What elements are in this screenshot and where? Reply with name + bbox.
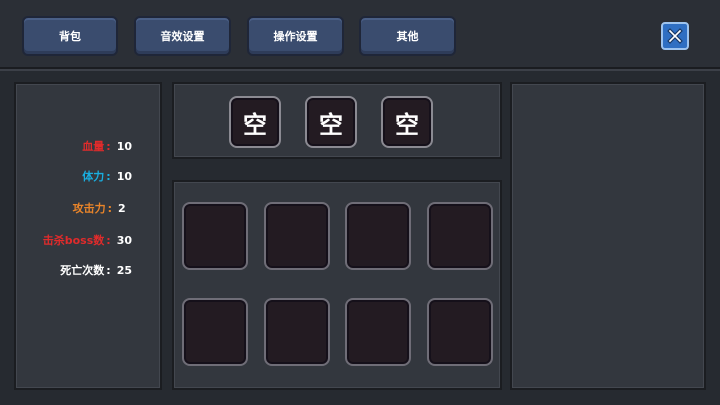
stat-boss-kills-colon: : (106, 233, 111, 247)
stat-boss-kills-value: 30 (116, 233, 132, 247)
inventory-slot[interactable] (264, 298, 330, 366)
equip-slot-3[interactable]: 空 (381, 96, 433, 148)
close-x-icon (667, 28, 683, 44)
stat-stamina: 体力 : 10 (82, 168, 132, 184)
stat-stamina-label: 体力 (82, 170, 105, 183)
tab-other[interactable]: 其他 (359, 16, 456, 56)
inventory-slot[interactable] (182, 202, 248, 270)
inventory-slot[interactable] (345, 202, 411, 270)
close-button[interactable] (661, 22, 689, 50)
stat-attack: 攻击力 : 2 (73, 200, 132, 216)
stat-hp-colon: : (106, 139, 111, 153)
stat-boss-kills: 击杀boss数 : 30 (43, 232, 132, 248)
inventory-slot[interactable] (264, 202, 330, 270)
stat-stamina-value: 10 (116, 169, 132, 183)
tab-bag[interactable]: 背包 (22, 16, 118, 56)
item-detail-panel (510, 82, 706, 390)
stat-deaths-colon: : (106, 263, 111, 277)
inventory-slot[interactable] (427, 202, 493, 270)
inventory-slot[interactable] (182, 298, 248, 366)
stat-hp-label: 血量 (82, 140, 105, 153)
tab-sound-settings[interactable]: 音效设置 (134, 16, 231, 56)
stat-deaths-label: 死亡次数 (60, 264, 105, 277)
inventory-slot[interactable] (345, 298, 411, 366)
stat-attack-colon: : (107, 201, 112, 215)
player-stats-panel: 血量 : 10 体力 : 10 攻击力 : 2 击杀boss数 : 30 死亡次… (14, 82, 162, 390)
top-menu-bar: 背包 音效设置 操作设置 其他 (0, 0, 720, 71)
stat-stamina-colon: : (106, 169, 111, 183)
stat-attack-value: 2 (118, 201, 126, 215)
stat-deaths: 死亡次数 : 25 (60, 262, 132, 278)
stat-boss-kills-label: 击杀boss数 (42, 234, 105, 247)
inventory-slot[interactable] (427, 298, 493, 366)
stat-attack-label: 攻击力 (72, 202, 106, 215)
tab-control-settings[interactable]: 操作设置 (247, 16, 344, 56)
game-menu-screen: 背包 音效设置 操作设置 其他 血量 : 10 体力 : 10 攻击力 : 2 … (0, 0, 720, 405)
stat-deaths-value: 25 (116, 263, 132, 277)
stat-hp: 血量 : 10 (82, 138, 132, 154)
equip-slot-1[interactable]: 空 (229, 96, 281, 148)
stat-hp-value: 10 (116, 139, 132, 153)
equip-slot-2[interactable]: 空 (305, 96, 357, 148)
